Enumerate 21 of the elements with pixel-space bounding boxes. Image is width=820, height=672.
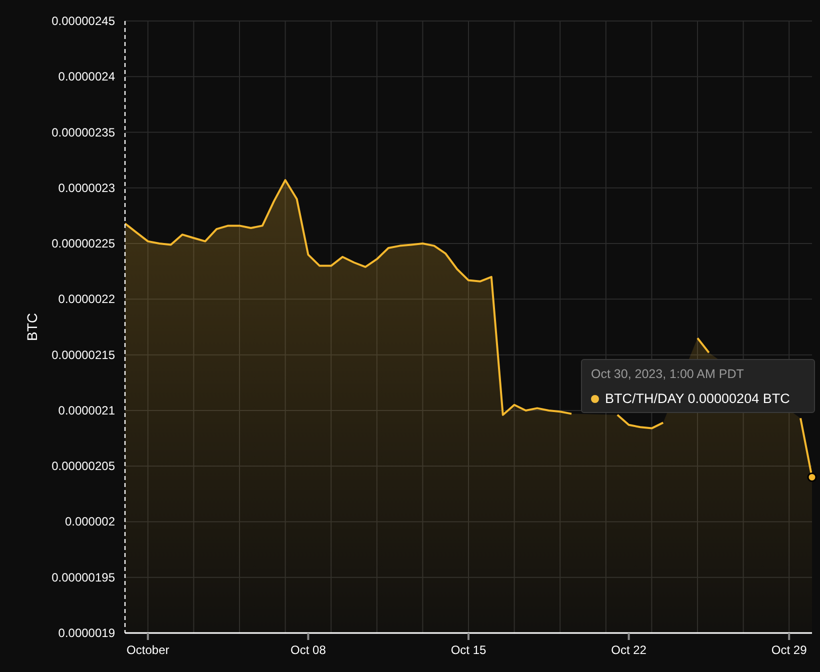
x-tick-label: Oct 08	[290, 643, 326, 657]
y-tick-label: 0.00000225	[52, 236, 115, 251]
x-tick-label: October	[126, 643, 170, 657]
data-point	[807, 472, 817, 482]
y-tick-label: 0.0000019	[58, 626, 115, 640]
x-tick-label: Oct 15	[450, 643, 486, 657]
y-tick-label: 0.00000235	[52, 125, 115, 140]
y-tick-label: 0.0000021	[58, 403, 115, 418]
y-tick-label: 0.00000245	[52, 14, 115, 28]
y-tick-label: 0.00000215	[52, 348, 115, 362]
x-tick-label: Oct 22	[611, 643, 646, 657]
y-tick-label: 0.00000205	[52, 459, 115, 474]
axis-title: BTC	[24, 313, 40, 341]
y-tick-label: 0.0000023	[58, 180, 115, 195]
y-tick-label: 0.000002	[64, 514, 115, 529]
x-tick-label: Oct 29	[771, 643, 807, 657]
tooltip-value: BTC/TH/DAY 0.00000204 BTC	[605, 391, 790, 406]
tooltip-title: Oct 30, 2023, 1:00 AM PDT	[591, 366, 745, 382]
y-tick-label: 0.0000022	[58, 292, 115, 306]
y-tick-label: 0.00000195	[52, 570, 115, 584]
y-tick-label: 0.0000024	[58, 70, 115, 84]
